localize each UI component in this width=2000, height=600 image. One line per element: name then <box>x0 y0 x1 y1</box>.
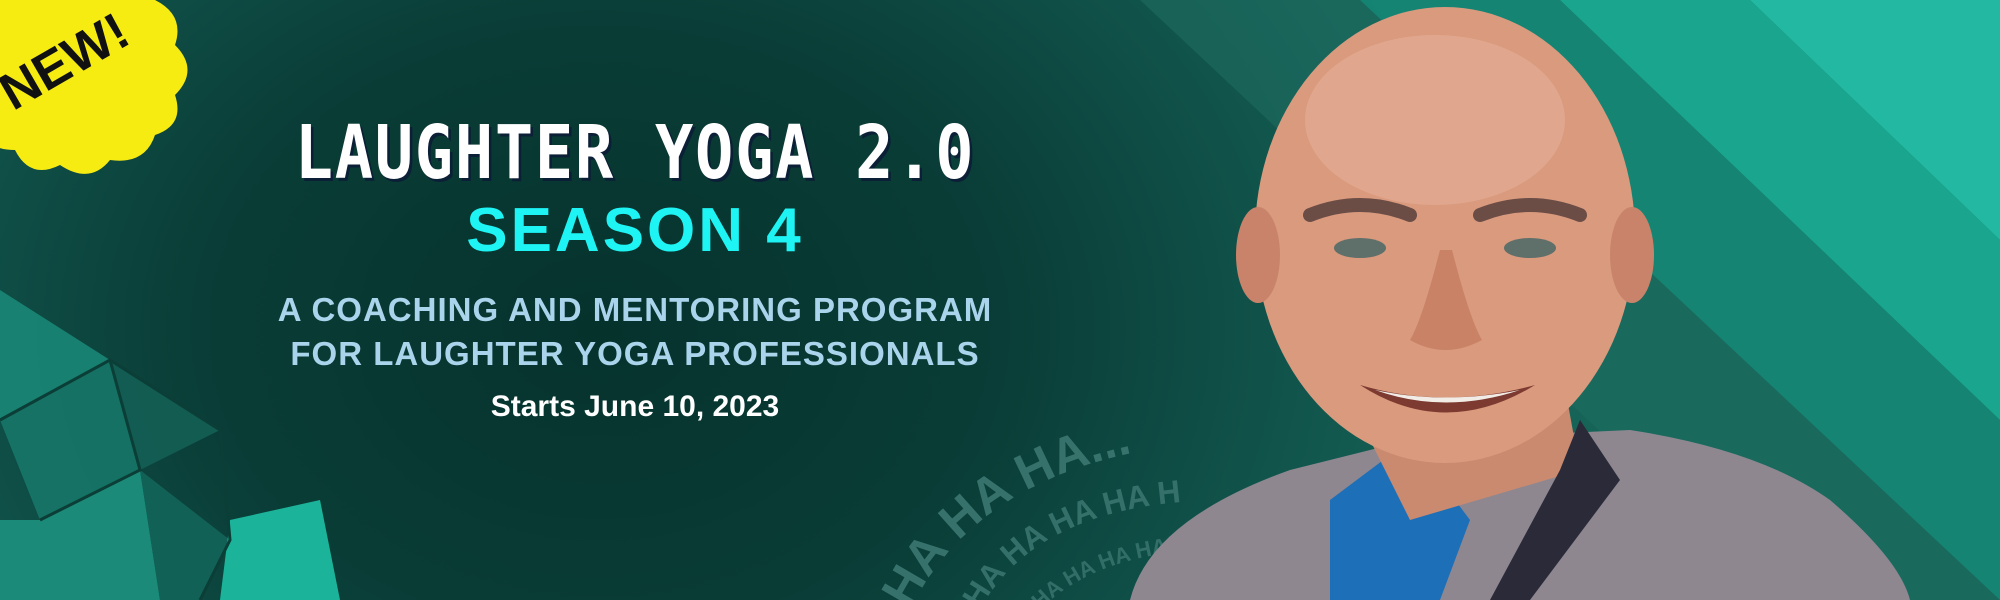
program-subtitle: A COACHING AND MENTORING PROGRAM FOR LAU… <box>200 288 1070 376</box>
new-badge: NEW! <box>0 0 188 174</box>
left-ear-shape <box>1236 207 1280 303</box>
program-title: LAUGHTER YOGA 2.0 <box>294 110 976 196</box>
right-ear-shape <box>1610 207 1654 303</box>
left-eye <box>1334 238 1386 258</box>
head-highlight <box>1305 35 1565 205</box>
headline-block: LAUGHTER YOGA 2.0 SEASON 4 A COACHING AN… <box>200 110 1070 424</box>
presenter-photo <box>1130 7 1910 600</box>
subtitle-line-1: A COACHING AND MENTORING PROGRAM <box>277 291 993 328</box>
season-label: SEASON 4 <box>466 196 804 265</box>
right-eye <box>1504 238 1556 258</box>
subtitle-line-2: FOR LAUGHTER YOGA PROFESSIONALS <box>290 335 980 372</box>
promo-banner: NEW! LAUGHTER YOGA 2.0 SEASON 4 A COACHI… <box>0 0 2000 600</box>
